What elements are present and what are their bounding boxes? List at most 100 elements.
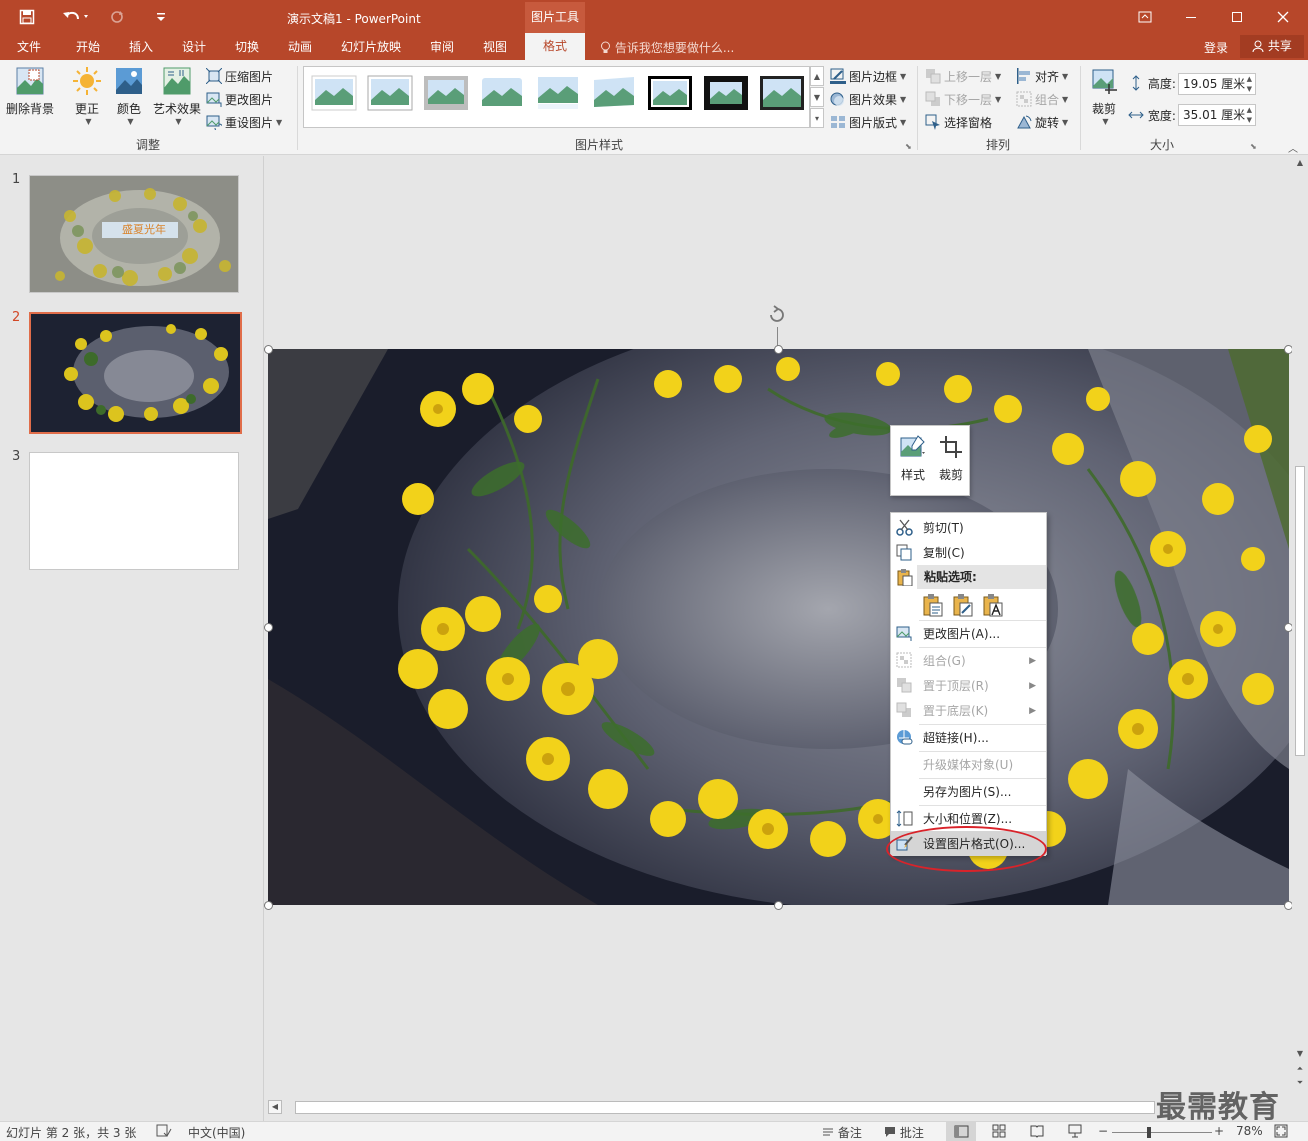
close-icon[interactable] — [1260, 0, 1306, 33]
align-button[interactable]: 对齐 ▼ — [1016, 66, 1068, 86]
paste-use-destination-theme-icon[interactable] — [921, 593, 945, 617]
scroll-up-icon[interactable]: ▲ — [1294, 158, 1306, 170]
resize-handle-bottom[interactable] — [774, 901, 783, 910]
menu-item-save-as-picture[interactable]: 另存为图片(S)... — [891, 779, 1046, 804]
mini-crop-button[interactable]: 裁剪 — [933, 432, 969, 488]
rotate-handle-icon[interactable] — [765, 303, 789, 327]
tab-insert[interactable]: 插入 — [129, 38, 153, 55]
horizontal-scrollbar[interactable]: ◀ — [265, 1096, 1292, 1121]
slide-editing-canvas[interactable] — [264, 156, 1293, 1096]
tab-animations[interactable]: 动画 — [288, 38, 312, 55]
mini-style-button[interactable]: 样式 — [895, 432, 931, 488]
share-button[interactable]: 共享 — [1240, 35, 1304, 58]
slide-sorter-icon[interactable] — [992, 1124, 1006, 1141]
next-slide-icon[interactable]: ⏷ — [1294, 1078, 1306, 1090]
picture-style-2[interactable] — [366, 74, 414, 112]
menu-item-group[interactable]: 组合(G) ▶ — [891, 648, 1046, 673]
picture-layout-button[interactable]: 图片版式 ▼ — [830, 112, 906, 132]
ribbon-display-options-icon[interactable] — [1122, 0, 1168, 33]
customize-qat-icon[interactable] — [152, 6, 170, 28]
bring-forward-button[interactable]: 上移一层 ▼ — [925, 66, 1001, 86]
tab-transitions[interactable]: 切换 — [235, 38, 259, 55]
picture-styles-dialog-launcher-icon[interactable]: ⬊ — [905, 142, 912, 151]
tab-format[interactable]: 格式 — [525, 33, 585, 60]
previous-slide-icon[interactable]: ⏶ — [1294, 1064, 1306, 1076]
menu-item-upgrade-media[interactable]: 升级媒体对象(U) — [891, 752, 1046, 777]
zoom-out-icon[interactable]: − — [1098, 1124, 1108, 1138]
tab-view[interactable]: 视图 — [483, 38, 507, 55]
comments-button[interactable]: 批注 — [884, 1124, 924, 1141]
color-button[interactable]: 颜色 ▼ — [110, 66, 148, 126]
picture-style-6[interactable] — [590, 74, 638, 112]
slide-thumbnail-3[interactable] — [29, 452, 239, 570]
paste-keep-source-formatting-icon[interactable] — [951, 593, 975, 617]
tab-file[interactable]: 文件 — [17, 38, 41, 55]
tab-home[interactable]: 开始 — [76, 38, 100, 55]
scroll-down-icon[interactable]: ▼ — [1294, 1049, 1306, 1061]
resize-handle-top[interactable] — [774, 345, 783, 354]
scroll-left-icon[interactable]: ◀ — [268, 1100, 282, 1114]
selected-picture[interactable] — [268, 349, 1289, 905]
artistic-effects-button[interactable]: 艺术效果 ▼ — [150, 66, 204, 126]
picture-style-1[interactable] — [310, 74, 358, 112]
zoom-slider-thumb[interactable] — [1147, 1127, 1151, 1138]
picture-style-4[interactable] — [478, 74, 526, 112]
slide-thumbnail-2[interactable] — [29, 312, 242, 434]
tab-design[interactable]: 设计 — [182, 38, 206, 55]
resize-handle-left[interactable] — [264, 623, 273, 632]
size-dialog-launcher-icon[interactable]: ⬊ — [1250, 142, 1257, 151]
send-backward-button[interactable]: 下移一层 ▼ — [925, 89, 1001, 109]
picture-style-7[interactable] — [646, 74, 694, 112]
normal-view-icon[interactable] — [946, 1122, 976, 1141]
tab-slideshow[interactable]: 幻灯片放映 — [341, 38, 401, 55]
undo-icon[interactable] — [58, 6, 94, 28]
reading-view-icon[interactable] — [1030, 1124, 1044, 1141]
slide-thumbnail-1[interactable]: 盛夏光年 — [29, 175, 239, 293]
language-indicator[interactable]: 中文(中国) — [188, 1124, 245, 1141]
picture-style-8[interactable] — [702, 74, 750, 112]
tab-review[interactable]: 审阅 — [430, 38, 454, 55]
reset-picture-button[interactable]: 重设图片 ▼ — [206, 112, 282, 132]
width-input[interactable]: 35.01 厘米 ▲ ▼ — [1178, 104, 1256, 126]
minimize-icon[interactable] — [1168, 0, 1214, 33]
zoom-slider[interactable] — [1112, 1127, 1212, 1138]
picture-styles-gallery[interactable] — [303, 66, 810, 128]
redo-icon[interactable] — [106, 6, 128, 28]
gallery-scroll-down-icon[interactable]: ▼ — [810, 87, 824, 107]
menu-item-change-picture[interactable]: 更改图片(A)... — [891, 621, 1046, 646]
picture-border-button[interactable]: 图片边框 ▼ — [830, 66, 906, 86]
gallery-scroll-up-icon[interactable]: ▲ — [810, 66, 824, 86]
fit-slide-icon[interactable] — [1274, 1124, 1288, 1141]
save-icon[interactable] — [16, 6, 38, 28]
menu-item-copy[interactable]: 复制(C) — [891, 540, 1046, 565]
tell-me-box[interactable]: 告诉我您想要做什么... — [600, 39, 734, 56]
picture-style-3[interactable] — [422, 74, 470, 112]
change-picture-button[interactable]: 更改图片 — [206, 89, 273, 109]
gallery-more-icon[interactable]: ▾ — [810, 108, 824, 128]
width-spinner-icon[interactable]: ▲ ▼ — [1247, 105, 1252, 125]
menu-item-cut[interactable]: 剪切(T) — [891, 515, 1046, 540]
menu-item-bring-to-front[interactable]: 置于顶层(R) ▶ — [891, 673, 1046, 698]
resize-handle-bottom-left[interactable] — [264, 901, 273, 910]
menu-item-send-to-back[interactable]: 置于底层(K) ▶ — [891, 698, 1046, 723]
picture-style-9[interactable] — [758, 74, 806, 112]
height-spinner-icon[interactable]: ▲ ▼ — [1247, 74, 1252, 94]
vertical-scrollbar[interactable]: ▲ ▼ ⏶ ⏷ — [1292, 156, 1308, 1096]
group-button[interactable]: 组合 ▼ — [1016, 89, 1068, 109]
rotate-button[interactable]: 旋转 ▼ — [1016, 112, 1068, 132]
corrections-button[interactable]: 更正 ▼ — [68, 66, 106, 126]
height-input[interactable]: 19.05 厘米 ▲ ▼ — [1178, 73, 1256, 95]
selection-pane-button[interactable]: 选择窗格 — [925, 112, 992, 132]
menu-item-format-picture[interactable]: 设置图片格式(O)... — [891, 831, 1046, 856]
notes-button[interactable]: 备注 — [822, 1124, 862, 1141]
maximize-icon[interactable] — [1214, 0, 1260, 33]
collapse-ribbon-icon[interactable]: ︿ — [1288, 140, 1298, 155]
spellcheck-icon[interactable] — [156, 1124, 172, 1141]
crop-button[interactable]: 裁剪 ▼ — [1086, 66, 1122, 126]
vertical-scroll-thumb[interactable] — [1295, 466, 1305, 756]
zoom-level[interactable]: 78% — [1236, 1124, 1263, 1138]
paste-keep-text-only-icon[interactable] — [981, 593, 1005, 617]
picture-effects-button[interactable]: 图片效果 ▼ — [830, 89, 906, 109]
slideshow-view-icon[interactable] — [1068, 1124, 1082, 1141]
picture-style-5[interactable] — [534, 74, 582, 112]
